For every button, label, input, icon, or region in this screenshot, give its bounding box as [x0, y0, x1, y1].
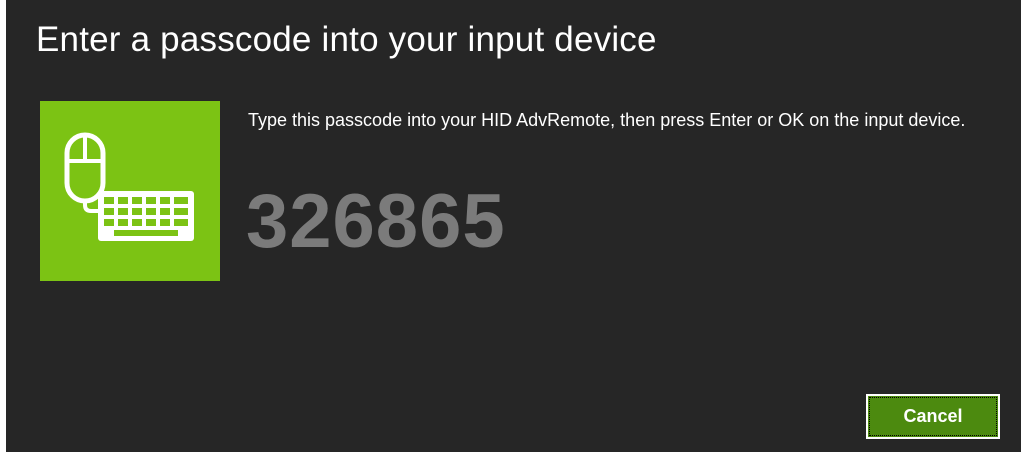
- cancel-button[interactable]: Cancel: [866, 394, 1000, 439]
- instruction-text: Type this passcode into your HID AdvRemo…: [248, 110, 966, 130]
- passcode-value: 326865: [246, 179, 506, 264]
- passcode-dialog: Enter a passcode into your input device: [6, 0, 1021, 452]
- mouse-keyboard-icon: [64, 132, 194, 241]
- device-tile: [40, 101, 220, 281]
- dialog-title: Enter a passcode into your input device: [36, 20, 657, 59]
